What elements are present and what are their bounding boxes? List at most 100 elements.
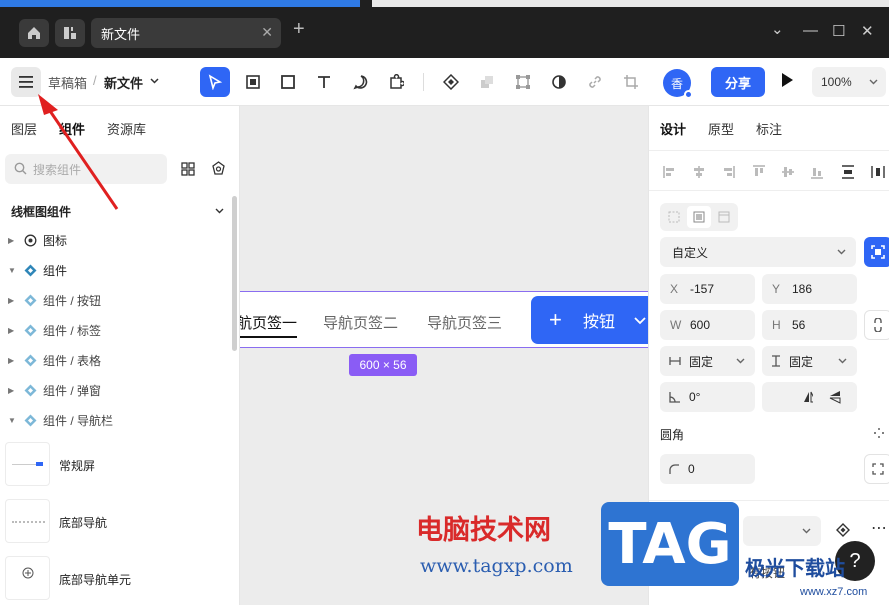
tab-prototype[interactable]: 原型 xyxy=(708,119,734,138)
new-tab-button[interactable]: + xyxy=(293,18,305,41)
user-avatar[interactable]: 香 xyxy=(663,69,693,99)
tree-row-buttons[interactable]: ▶ 组件 / 按钮 xyxy=(0,285,236,315)
close-tab-icon[interactable]: ✕ xyxy=(261,24,273,41)
constrain-proportions-button[interactable] xyxy=(864,310,889,340)
left-panel: 图层 组件 资源库 搜索组件 线框图组件 ▶ 图标 ▼ 组件 ▶ 组件 / 按钮… xyxy=(0,106,240,605)
align-left-icon[interactable] xyxy=(663,165,677,179)
independent-corners-icon[interactable] xyxy=(873,427,885,439)
left-panel-scrollbar[interactable] xyxy=(232,196,237,351)
tab-layers[interactable]: 图层 xyxy=(11,119,37,138)
component-item[interactable]: 底部导航 xyxy=(5,499,235,545)
more-options-icon[interactable]: ⋯ xyxy=(871,518,887,538)
boolean-tool[interactable] xyxy=(472,67,502,97)
component-search-input[interactable]: 搜索组件 xyxy=(5,154,167,184)
chevron-down-icon[interactable] xyxy=(150,78,159,84)
breadcrumb-drafts[interactable]: 草稿箱 xyxy=(48,73,87,92)
corner-expand-button[interactable] xyxy=(864,454,889,484)
align-top-icon[interactable] xyxy=(752,165,766,179)
expand-caret-icon[interactable]: ▶ xyxy=(8,236,14,245)
tab-annotate[interactable]: 标注 xyxy=(756,119,782,138)
grid-view-icon[interactable] xyxy=(181,162,195,176)
nav-tab-2[interactable]: 导航页签二 xyxy=(323,312,398,333)
frame-tool[interactable] xyxy=(238,67,268,97)
link-tool[interactable] xyxy=(580,67,610,97)
width-constraint-select[interactable]: 固定 xyxy=(660,346,755,376)
focus-frame-button[interactable] xyxy=(864,237,889,267)
tree-row-tags[interactable]: ▶ 组件 / 标签 xyxy=(0,315,236,345)
library-icon[interactable] xyxy=(211,161,226,176)
tree-row-navbar[interactable]: ▼ 组件 / 导航栏 xyxy=(0,405,236,435)
chevron-down-icon[interactable] xyxy=(215,208,224,214)
tree-row-components[interactable]: ▼ 组件 xyxy=(0,255,236,285)
tree-row-icons[interactable]: ▶ 图标 xyxy=(0,225,236,255)
toolbar-divider xyxy=(423,73,424,91)
maximize-button[interactable]: ☐ xyxy=(832,22,845,40)
breadcrumb-file[interactable]: 新文件 xyxy=(104,73,143,92)
component-item[interactable]: 底部导航单元 xyxy=(5,556,235,602)
text-tool[interactable] xyxy=(309,67,339,97)
expand-caret-icon[interactable]: ▶ xyxy=(8,386,14,395)
selected-navbar-frame[interactable]: 航页签一 导航页签二 导航页签三 + 按钮 xyxy=(240,291,648,348)
variant-select[interactable] xyxy=(743,516,821,546)
file-tab[interactable]: 新文件 ✕ xyxy=(91,18,281,48)
tree-label: 组件 / 标签 xyxy=(43,323,102,338)
x-position-input[interactable]: X -157 xyxy=(660,274,755,304)
tab-design[interactable]: 设计 xyxy=(660,119,686,138)
flip-vertical-button[interactable] xyxy=(813,382,857,412)
h-value: 56 xyxy=(792,318,806,332)
chevron-down-icon xyxy=(838,358,847,364)
height-input[interactable]: H 56 xyxy=(762,310,857,340)
share-button[interactable]: 分享 xyxy=(711,67,765,97)
workspace-button[interactable] xyxy=(55,19,85,47)
library-title[interactable]: 线框图组件 xyxy=(11,203,71,220)
y-position-input[interactable]: Y 186 xyxy=(762,274,857,304)
play-icon[interactable] xyxy=(780,72,794,88)
expand-caret-icon[interactable]: ▶ xyxy=(8,296,14,305)
align-hcenter-icon[interactable] xyxy=(692,165,706,179)
zoom-dropdown[interactable]: 100% xyxy=(812,67,886,97)
nav-tab-3[interactable]: 导航页签三 xyxy=(427,312,502,333)
align-right-icon[interactable] xyxy=(721,165,735,179)
comment-tool[interactable] xyxy=(346,67,376,97)
corner-radius-input[interactable]: 0 xyxy=(660,454,755,484)
crop-tool[interactable] xyxy=(616,67,646,97)
tab-components[interactable]: 组件 xyxy=(59,119,85,138)
minimize-button[interactable]: — xyxy=(803,22,818,39)
expand-caret-icon[interactable]: ▶ xyxy=(8,356,14,365)
main-menu-button[interactable] xyxy=(11,67,41,97)
transform-tool[interactable] xyxy=(508,67,538,97)
component-item[interactable]: 常规屏 xyxy=(5,442,235,488)
rotation-input[interactable]: 0° xyxy=(660,382,755,412)
component-icon[interactable] xyxy=(836,523,850,537)
sizing-mode-select[interactable]: 自定义 xyxy=(660,237,856,267)
tab-assets[interactable]: 资源库 xyxy=(107,119,146,138)
component-tool[interactable] xyxy=(436,67,466,97)
mask-tool[interactable] xyxy=(544,67,574,97)
collapse-caret-icon[interactable]: ▼ xyxy=(8,416,16,425)
watermark-logo-url: www.xz7.com xyxy=(800,586,868,598)
expand-caret-icon[interactable]: ▶ xyxy=(8,326,14,335)
width-input[interactable]: W 600 xyxy=(660,310,755,340)
nav-tab-1[interactable]: 航页签一 xyxy=(240,312,298,338)
align-vcenter-icon[interactable] xyxy=(781,165,795,179)
distribute-horizontal-icon[interactable] xyxy=(871,165,885,179)
select-tool[interactable] xyxy=(200,67,230,97)
rectangle-tool[interactable] xyxy=(273,67,303,97)
tree-row-dialogs[interactable]: ▶ 组件 / 弹窗 xyxy=(0,375,236,405)
distribute-vertical-icon[interactable] xyxy=(841,165,855,179)
auto-layout-fixed-option[interactable] xyxy=(687,206,711,228)
corner-radius-label: 圆角 xyxy=(660,428,685,442)
auto-layout-none-icon[interactable] xyxy=(668,211,680,223)
height-constraint-select[interactable]: 固定 xyxy=(762,346,857,376)
align-bottom-icon[interactable] xyxy=(810,165,824,179)
tree-row-tables[interactable]: ▶ 组件 / 表格 xyxy=(0,345,236,375)
corner-radius-value: 0 xyxy=(688,462,695,476)
nav-action-button[interactable]: + 按钮 xyxy=(531,296,648,344)
plugin-tool[interactable] xyxy=(381,67,411,97)
tabs-dropdown-icon[interactable]: ⌄ xyxy=(771,20,784,38)
collapse-caret-icon[interactable]: ▼ xyxy=(8,266,16,275)
auto-layout-stack-icon[interactable] xyxy=(718,211,730,223)
close-window-button[interactable]: ✕ xyxy=(861,22,874,40)
transform-icon xyxy=(516,75,530,89)
home-button[interactable] xyxy=(19,19,49,47)
